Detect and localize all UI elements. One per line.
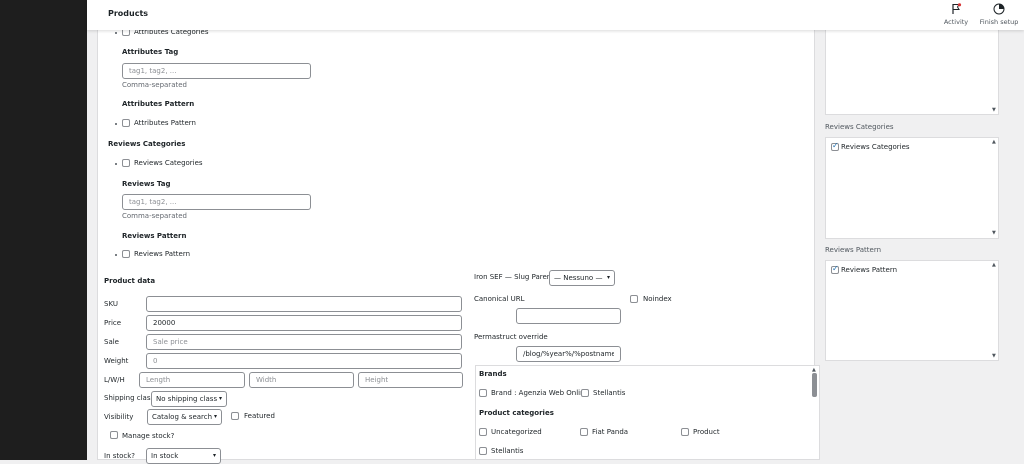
- length-input[interactable]: [139, 372, 245, 388]
- stock-status-value: In stock: [151, 452, 179, 460]
- featured-label: Featured: [244, 412, 275, 420]
- visibility-label: Visibility: [104, 413, 134, 421]
- reviews-categories-title: Reviews Categories: [108, 140, 186, 148]
- attributes-pattern-label: Attributes Pattern: [134, 119, 196, 127]
- bullet: [115, 123, 117, 125]
- product-data-title: Product data: [104, 277, 156, 285]
- category-label: Stellantis: [491, 447, 524, 455]
- scroll-up-icon[interactable]: ▲: [812, 367, 816, 373]
- noindex-label: Noindex: [643, 295, 672, 303]
- manage-stock-checkbox[interactable]: [110, 431, 118, 439]
- reviews-categories-box: [825, 137, 999, 239]
- bullet: [115, 32, 117, 34]
- bullet: [115, 254, 117, 256]
- brand-label: Stellantis: [593, 389, 626, 397]
- reviews-tag-input[interactable]: [122, 194, 311, 210]
- taxonomy-scrollbar[interactable]: [812, 373, 817, 397]
- scroll-down-icon[interactable]: ▼: [992, 230, 996, 236]
- scroll-down-icon[interactable]: ▼: [992, 353, 996, 359]
- manage-stock-label: Manage stock?: [122, 432, 175, 440]
- scroll-up-icon[interactable]: ▲: [992, 262, 996, 268]
- reviews-pattern-box: [825, 260, 999, 361]
- category-label: Product: [693, 428, 720, 436]
- bullet: [115, 163, 117, 165]
- permastruct-label: Permastruct override: [474, 333, 548, 341]
- chevron-down-icon: ▾: [212, 452, 216, 459]
- permastruct-input[interactable]: [516, 346, 621, 362]
- right-reviews-pattern-title: Reviews Pattern: [825, 246, 882, 254]
- visibility-value: Catalog & search: [152, 413, 213, 421]
- reviews-tag-hint: Comma-separated: [122, 212, 187, 220]
- featured-checkbox[interactable]: [231, 412, 239, 420]
- sale-price-input[interactable]: [146, 334, 462, 350]
- category-checkbox[interactable]: [479, 428, 487, 436]
- canonical-url-input[interactable]: [516, 308, 621, 324]
- category-checkbox[interactable]: [681, 428, 689, 436]
- product-categories-title: Product categories: [479, 409, 554, 417]
- reviews-tag-title: Reviews Tag: [122, 180, 171, 188]
- slug-parent-label: Iron SEF — Slug Parent: [474, 273, 554, 281]
- attributes-tag-input[interactable]: [122, 63, 311, 79]
- right-reviews-categories-title: Reviews Categories: [825, 123, 894, 131]
- reviews-pattern-checkbox[interactable]: [122, 250, 130, 258]
- right-list-box: [825, 25, 999, 115]
- brand-checkbox[interactable]: [581, 389, 589, 397]
- weight-label: Weight: [104, 357, 129, 365]
- stock-status-select[interactable]: In stock ▾: [146, 448, 221, 464]
- sku-input[interactable]: [146, 296, 462, 312]
- category-label: Uncategorized: [491, 428, 542, 436]
- noindex-checkbox[interactable]: [630, 295, 638, 303]
- dimensions-label: L/W/H: [104, 376, 125, 384]
- reviews-categories-label: Reviews Categories: [134, 159, 203, 167]
- category-checkbox[interactable]: [580, 428, 588, 436]
- finish-setup-button[interactable]: Finish setup: [977, 3, 1021, 27]
- scroll-down-icon[interactable]: ▼: [992, 107, 996, 113]
- top-bar: Products Activity Finish setup: [87, 0, 1024, 30]
- weight-input[interactable]: [146, 353, 462, 369]
- price-label: Price: [104, 319, 122, 327]
- shipping-class-value: No shipping class: [156, 395, 218, 403]
- reviews-categories-checkbox[interactable]: [122, 159, 130, 167]
- canonical-url-label: Canonical URL: [474, 295, 525, 303]
- visibility-select[interactable]: Catalog & search ▾: [147, 409, 222, 425]
- brand-label: Brand : Agenzia Web Online: [491, 389, 589, 397]
- sku-label: SKU: [104, 300, 118, 308]
- right-reviews-pattern-label: Reviews Pattern: [841, 266, 898, 274]
- height-input[interactable]: [358, 372, 463, 388]
- reviews-pattern-title: Reviews Pattern: [122, 232, 187, 240]
- scroll-up-icon[interactable]: ▲: [992, 139, 996, 145]
- brands-title: Brands: [479, 370, 507, 378]
- brand-checkbox[interactable]: [479, 389, 487, 397]
- activity-label: Activity: [943, 18, 969, 26]
- width-input[interactable]: [249, 372, 354, 388]
- right-reviews-pattern-checkbox[interactable]: [831, 264, 839, 274]
- reviews-pattern-label: Reviews Pattern: [134, 250, 191, 258]
- attributes-pattern-title: Attributes Pattern: [122, 100, 195, 108]
- category-label: Fiat Panda: [592, 428, 629, 436]
- flag-icon: [952, 3, 962, 14]
- category-checkbox[interactable]: [479, 447, 487, 455]
- slug-parent-value: — Nessuno —: [554, 274, 603, 282]
- right-reviews-categories-label: Reviews Categories: [841, 143, 910, 151]
- finish-setup-label: Finish setup: [979, 18, 1019, 26]
- admin-sidebar: [0, 0, 87, 460]
- chevron-down-icon: ▾: [218, 395, 222, 402]
- shipping-class-select[interactable]: No shipping class ▾: [151, 391, 227, 407]
- attributes-tag-hint: Comma-separated: [122, 81, 187, 89]
- page-title: Products: [108, 9, 149, 18]
- attributes-pattern-checkbox[interactable]: [122, 119, 130, 127]
- in-stock-label: In stock?: [104, 452, 136, 460]
- shipping-class-label: Shipping class: [104, 394, 155, 402]
- chevron-down-icon: ▾: [606, 274, 610, 281]
- price-input[interactable]: [146, 315, 462, 331]
- right-reviews-categories-checkbox[interactable]: [831, 141, 839, 151]
- sale-label: Sale: [104, 338, 119, 346]
- activity-button[interactable]: Activity: [939, 3, 973, 27]
- slug-parent-select[interactable]: — Nessuno — ▾: [549, 270, 615, 286]
- attributes-tag-title: Attributes Tag: [122, 48, 179, 56]
- chevron-down-icon: ▾: [213, 413, 217, 420]
- progress-ring-icon: [993, 3, 1005, 15]
